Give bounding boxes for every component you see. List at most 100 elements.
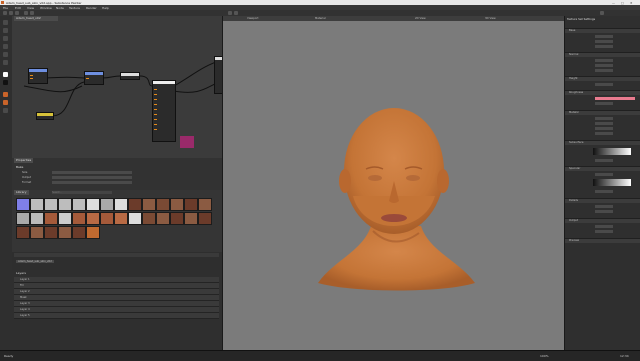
library-thumbnail[interactable] bbox=[16, 226, 30, 239]
picker-tool-icon[interactable] bbox=[3, 108, 8, 113]
node-input-b[interactable] bbox=[84, 71, 104, 85]
param-row[interactable] bbox=[567, 44, 639, 48]
param-row[interactable] bbox=[567, 126, 639, 130]
library-thumbnail[interactable] bbox=[184, 198, 198, 211]
section-header[interactable]: Roughness bbox=[565, 90, 640, 95]
open-file-icon[interactable] bbox=[9, 11, 13, 15]
library-thumbnail[interactable] bbox=[44, 198, 58, 211]
redo-icon[interactable] bbox=[30, 11, 34, 15]
fill-tool-icon[interactable] bbox=[3, 60, 8, 65]
camera-icon[interactable] bbox=[234, 11, 238, 15]
tab-material[interactable]: Material bbox=[315, 17, 326, 20]
layer-row[interactable]: Layer 5 bbox=[14, 313, 219, 319]
node-output-right[interactable] bbox=[214, 56, 222, 94]
size-slider[interactable] bbox=[52, 171, 132, 174]
param-row[interactable] bbox=[567, 82, 639, 86]
node-material-output[interactable] bbox=[152, 80, 176, 142]
zoom-level[interactable]: 100% bbox=[540, 354, 549, 358]
save-icon[interactable] bbox=[15, 11, 19, 15]
gradient-ramp[interactable] bbox=[593, 148, 631, 155]
tab-2d-view[interactable]: 2D View bbox=[415, 17, 426, 20]
param-row[interactable] bbox=[567, 131, 639, 135]
library-thumbnail[interactable] bbox=[114, 212, 128, 225]
library-thumbnail[interactable] bbox=[114, 198, 128, 211]
library-thumbnail[interactable] bbox=[58, 226, 72, 239]
param-row[interactable] bbox=[567, 189, 639, 193]
library-thumbnail[interactable] bbox=[44, 212, 58, 225]
section-header[interactable]: Base bbox=[565, 28, 640, 33]
library-thumbnail[interactable] bbox=[58, 198, 72, 211]
param-row[interactable] bbox=[567, 58, 639, 62]
library-thumbnail[interactable] bbox=[72, 198, 86, 211]
library-thumbnail[interactable] bbox=[44, 226, 58, 239]
new-file-icon[interactable] bbox=[3, 11, 7, 15]
smudge-tool-icon[interactable] bbox=[3, 92, 8, 97]
projection-tool-icon[interactable] bbox=[3, 52, 8, 57]
library-thumbnail[interactable] bbox=[184, 212, 198, 225]
maximize-button[interactable]: □ bbox=[621, 1, 624, 5]
viewport-mode-icon[interactable] bbox=[228, 11, 232, 15]
library-thumbnail[interactable] bbox=[30, 226, 44, 239]
library-thumbnail[interactable] bbox=[58, 212, 72, 225]
section-header[interactable]: Metallic bbox=[565, 110, 640, 115]
library-thumbnail[interactable] bbox=[72, 226, 86, 239]
close-button[interactable]: ✕ bbox=[630, 1, 633, 5]
format-select[interactable] bbox=[52, 181, 132, 184]
library-thumbnail[interactable] bbox=[86, 198, 100, 211]
node-color[interactable] bbox=[36, 112, 54, 120]
library-thumbnail[interactable] bbox=[86, 226, 100, 239]
clone-tool-icon[interactable] bbox=[3, 100, 8, 105]
param-row[interactable] bbox=[567, 96, 639, 100]
section-header[interactable]: Output bbox=[565, 218, 640, 223]
section-header[interactable]: Normal bbox=[565, 52, 640, 57]
library-thumbnail[interactable] bbox=[30, 198, 44, 211]
brush-tool-icon[interactable] bbox=[3, 36, 8, 41]
param-row[interactable] bbox=[567, 204, 639, 208]
gradient-ramp[interactable] bbox=[593, 179, 631, 186]
tab-viewport[interactable]: Viewport bbox=[247, 17, 258, 20]
param-row[interactable] bbox=[567, 209, 639, 213]
section-header[interactable]: Specular bbox=[565, 166, 640, 171]
library-thumbnail[interactable] bbox=[100, 198, 114, 211]
library-thumbnail[interactable] bbox=[170, 198, 184, 211]
section-header[interactable]: Height bbox=[565, 76, 640, 81]
node-input-a[interactable] bbox=[28, 68, 48, 84]
eraser-tool-icon[interactable] bbox=[3, 44, 8, 49]
library-thumbnail[interactable] bbox=[30, 212, 44, 225]
param-row[interactable] bbox=[567, 101, 639, 105]
library-thumbnail[interactable] bbox=[156, 198, 170, 211]
library-thumbnail[interactable] bbox=[16, 198, 30, 211]
move-tool-icon[interactable] bbox=[3, 28, 8, 33]
texture-set-item[interactable]: Adam_head_sub_skin_v02 bbox=[16, 260, 54, 263]
node-blend[interactable] bbox=[120, 72, 140, 80]
param-row[interactable] bbox=[567, 63, 639, 67]
library-search-input[interactable] bbox=[52, 190, 112, 194]
section-header[interactable]: Preview bbox=[565, 238, 640, 243]
minimize-button[interactable]: — bbox=[612, 1, 615, 5]
tab-library[interactable]: Library bbox=[14, 190, 29, 195]
param-row[interactable] bbox=[567, 116, 639, 120]
param-row[interactable] bbox=[567, 229, 639, 233]
section-header[interactable]: Subsurface bbox=[565, 140, 640, 145]
tab-properties[interactable]: Properties bbox=[14, 158, 34, 163]
tab-3d-view[interactable]: 3D View bbox=[485, 17, 496, 20]
library-thumbnail[interactable] bbox=[156, 212, 170, 225]
output-field[interactable] bbox=[52, 176, 132, 179]
section-header[interactable]: Details bbox=[565, 198, 640, 203]
library-thumbnail[interactable] bbox=[128, 198, 142, 211]
param-row[interactable] bbox=[567, 34, 639, 38]
settings-icon[interactable] bbox=[600, 11, 604, 15]
param-row[interactable] bbox=[567, 158, 639, 162]
library-thumbnail[interactable] bbox=[142, 212, 156, 225]
color-swatch-black[interactable] bbox=[3, 80, 8, 85]
select-tool-icon[interactable] bbox=[3, 20, 8, 25]
undo-icon[interactable] bbox=[24, 11, 28, 15]
library-thumbnail[interactable] bbox=[72, 212, 86, 225]
node-graph-panel[interactable]: Adam_head_v02 bbox=[12, 16, 222, 159]
library-thumbnail[interactable] bbox=[128, 212, 142, 225]
library-thumbnail[interactable] bbox=[100, 212, 114, 225]
library-thumbnail[interactable] bbox=[142, 198, 156, 211]
param-row[interactable] bbox=[567, 172, 639, 176]
param-row[interactable] bbox=[567, 224, 639, 228]
param-row[interactable] bbox=[567, 121, 639, 125]
